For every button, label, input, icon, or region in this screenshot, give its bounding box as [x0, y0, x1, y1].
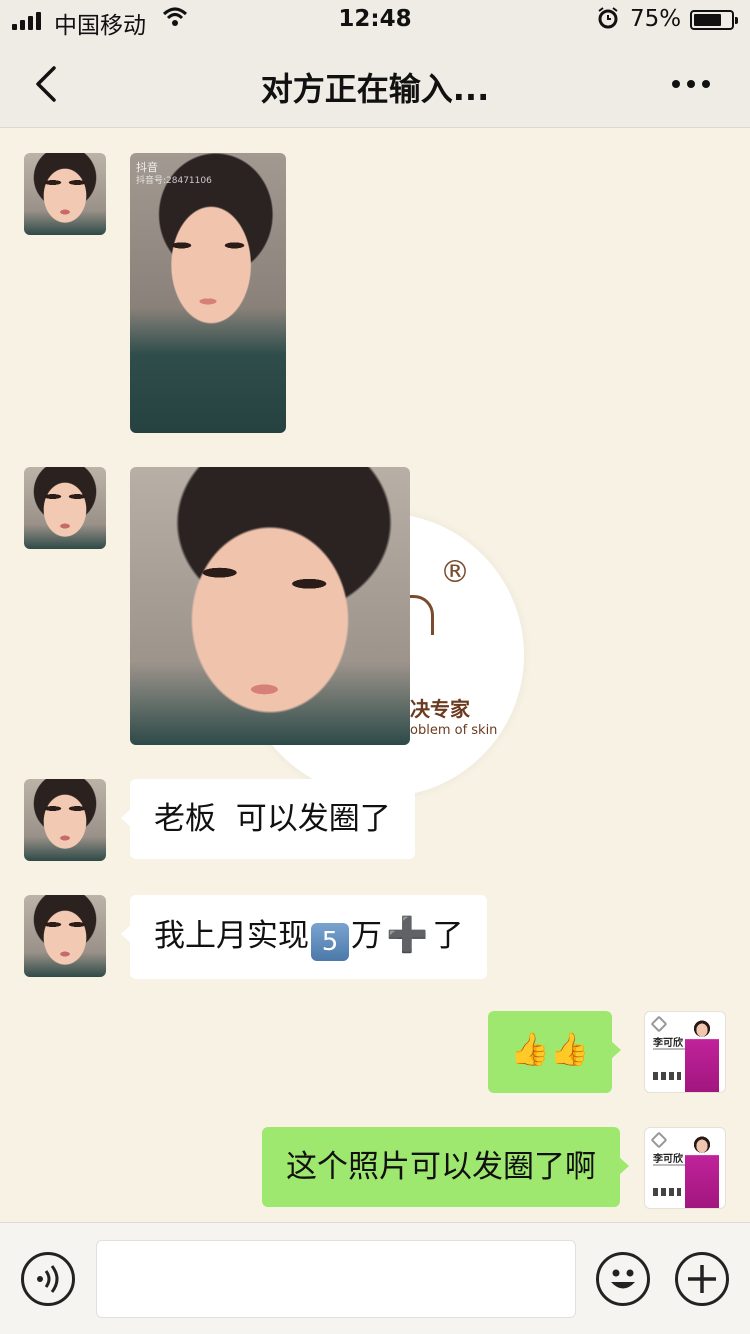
logo-swirl-icon — [408, 595, 434, 635]
my-avatar[interactable]: 李可欣 — [644, 1127, 726, 1209]
message-input[interactable] — [96, 1240, 576, 1318]
avatar-portrait — [685, 1136, 719, 1208]
avatar-portrait — [685, 1020, 719, 1092]
watermark-id: 抖音号:28471106 — [136, 176, 212, 186]
keycap-digit-icon: 5 — [311, 923, 349, 961]
nav-bar: 对方正在输入... — [0, 40, 750, 128]
avatar-subtitle-line — [653, 1164, 687, 1166]
battery-icon — [690, 10, 738, 30]
my-avatar[interactable]: 李可欣 — [644, 1011, 726, 1093]
input-bar — [0, 1222, 750, 1334]
message-bubble[interactable]: 我上月实现 5 万 ➕ 了 — [120, 895, 488, 979]
message-text: 了 — [432, 918, 464, 954]
message-text: 老板 可以发圈了 — [154, 801, 391, 837]
more-dots-icon[interactable] — [672, 70, 718, 98]
message-text: 万 — [351, 918, 382, 954]
alarm-icon — [596, 6, 620, 36]
image-message[interactable] — [130, 467, 410, 745]
avatar-name: 李可欣 — [653, 1038, 683, 1049]
message-text: 我上月实现 — [154, 918, 309, 954]
message-bubble[interactable]: 这个照片可以发圈了啊 — [262, 1127, 629, 1207]
avatar-logo-icon — [650, 1015, 668, 1033]
contact-avatar[interactable] — [24, 779, 106, 861]
emoji-icon[interactable] — [596, 1252, 650, 1306]
voice-icon[interactable] — [21, 1252, 75, 1306]
avatar-thumbnails — [653, 1188, 681, 1196]
plus-emoji-icon: ➕ — [386, 915, 429, 955]
chat-area[interactable]: 抖音 抖音号:28471106 ® 决专家 oblem of skin 老板 可… — [0, 128, 750, 1222]
status-bar: 中国移动 12:48 75% — [0, 0, 750, 40]
logo-text-en: oblem of skin — [410, 723, 498, 738]
avatar-name: 李可欣 — [653, 1154, 683, 1165]
contact-avatar[interactable] — [24, 895, 106, 977]
avatar-subtitle-line — [653, 1048, 687, 1050]
thumbs-up-icon: 👍👍 — [510, 1030, 590, 1068]
message-text: 这个照片可以发圈了啊 — [286, 1149, 596, 1185]
chat-title: 对方正在输入... — [260, 70, 490, 108]
logo-text-cn: 决专家 — [410, 697, 470, 721]
image-message[interactable]: 抖音 抖音号:28471106 — [130, 153, 286, 433]
message-bubble[interactable]: 👍👍 — [488, 1011, 621, 1093]
plus-circle-icon[interactable] — [675, 1252, 729, 1306]
avatar-logo-icon — [650, 1131, 668, 1149]
message-bubble[interactable]: 老板 可以发圈了 — [121, 779, 415, 859]
avatar-thumbnails — [653, 1072, 681, 1080]
registered-mark: ® — [440, 555, 470, 590]
contact-avatar[interactable] — [24, 467, 106, 549]
battery-percentage: 75% — [630, 6, 682, 32]
contact-avatar[interactable] — [24, 153, 106, 235]
